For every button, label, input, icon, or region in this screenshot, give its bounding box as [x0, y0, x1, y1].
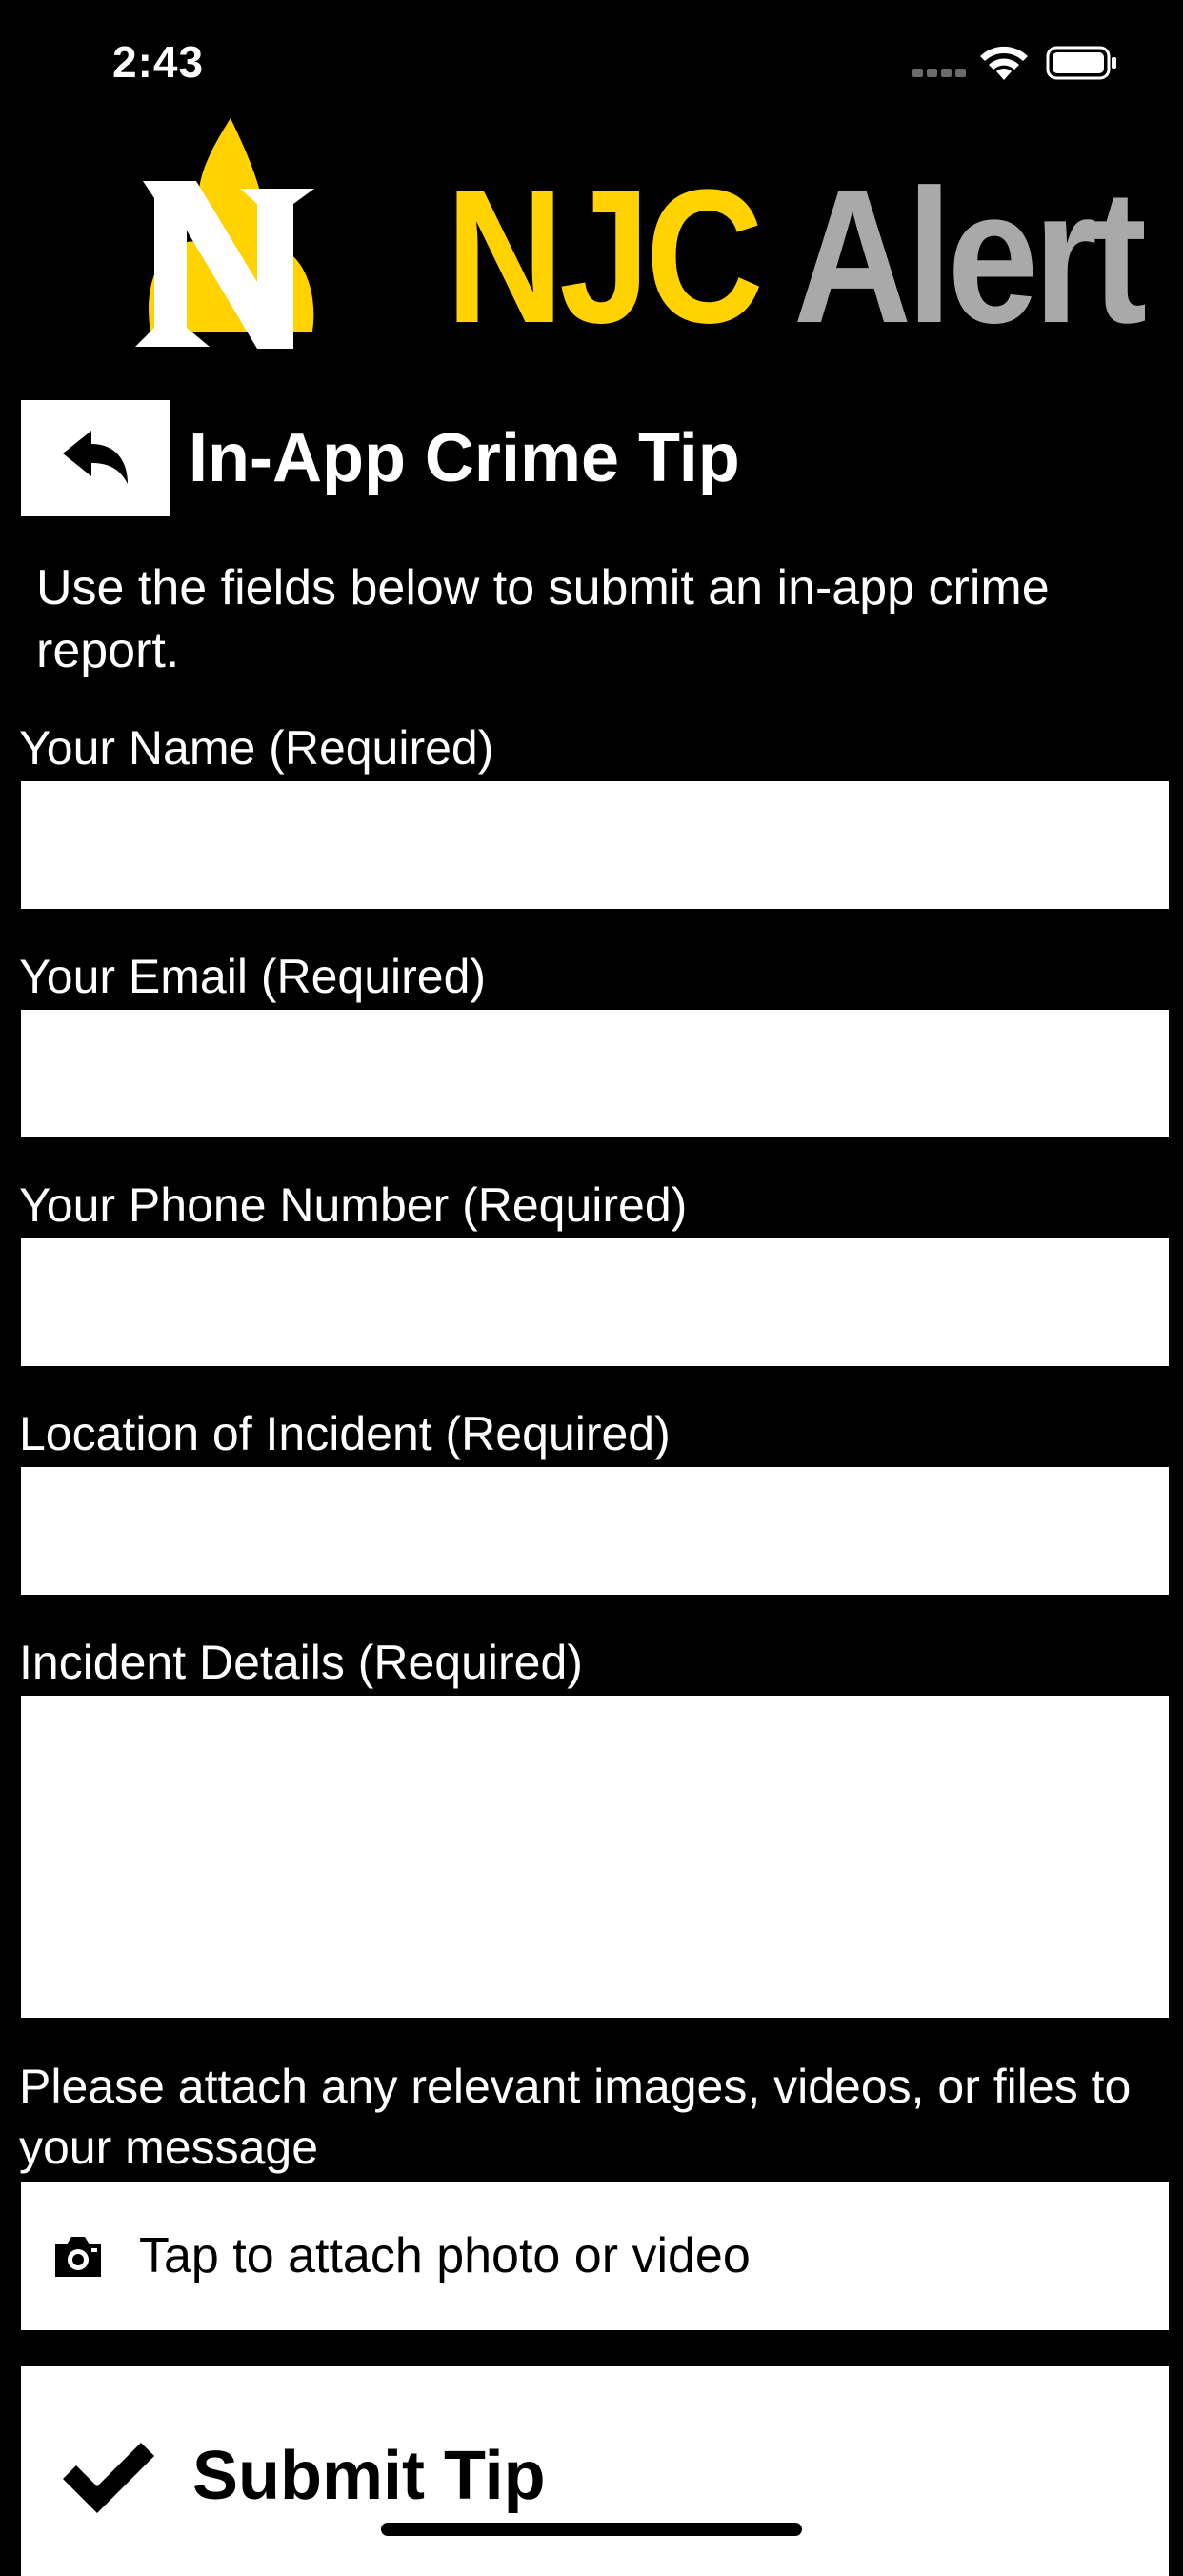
- submit-tip-button[interactable]: Submit Tip: [21, 2366, 1169, 2576]
- name-field[interactable]: [21, 781, 1169, 909]
- attach-media-button[interactable]: Tap to attach photo or video: [21, 2182, 1169, 2330]
- back-button[interactable]: [21, 400, 170, 516]
- details-label: Incident Details (Required): [19, 1636, 583, 1689]
- camera-icon: [55, 2237, 101, 2277]
- back-arrow-icon: [63, 431, 128, 484]
- logo-alert: Alert: [792, 151, 1147, 363]
- wifi-icon: [980, 46, 1028, 80]
- details-field[interactable]: [21, 1696, 1169, 2018]
- signal-icon: [912, 69, 968, 78]
- status-time: 2:43: [112, 37, 205, 87]
- app-logo-text: NJC Alert: [446, 162, 1147, 352]
- email-label: Your Email (Required): [19, 950, 487, 1003]
- location-field[interactable]: [21, 1467, 1169, 1595]
- logo-njc: NJC: [446, 151, 764, 363]
- phone-field[interactable]: [21, 1238, 1169, 1366]
- checkmark-icon: [63, 2443, 154, 2513]
- njc-logo-icon: [135, 118, 314, 349]
- page-title: In-App Crime Tip: [189, 420, 740, 496]
- attach-button-label: Tap to attach photo or video: [139, 2228, 751, 2284]
- intro-text: Use the fields below to submit an in-app…: [36, 560, 1050, 678]
- home-indicator[interactable]: [381, 2523, 802, 2536]
- email-field[interactable]: [21, 1010, 1169, 1137]
- battery-icon: [1046, 46, 1116, 80]
- name-label: Your Name (Required): [19, 721, 494, 775]
- attach-label: Please attach any relevant images, video…: [19, 2060, 1132, 2174]
- location-label: Location of Incident (Required): [19, 1407, 671, 1460]
- submit-button-label: Submit Tip: [192, 2438, 546, 2514]
- phone-label: Your Phone Number (Required): [19, 1178, 688, 1232]
